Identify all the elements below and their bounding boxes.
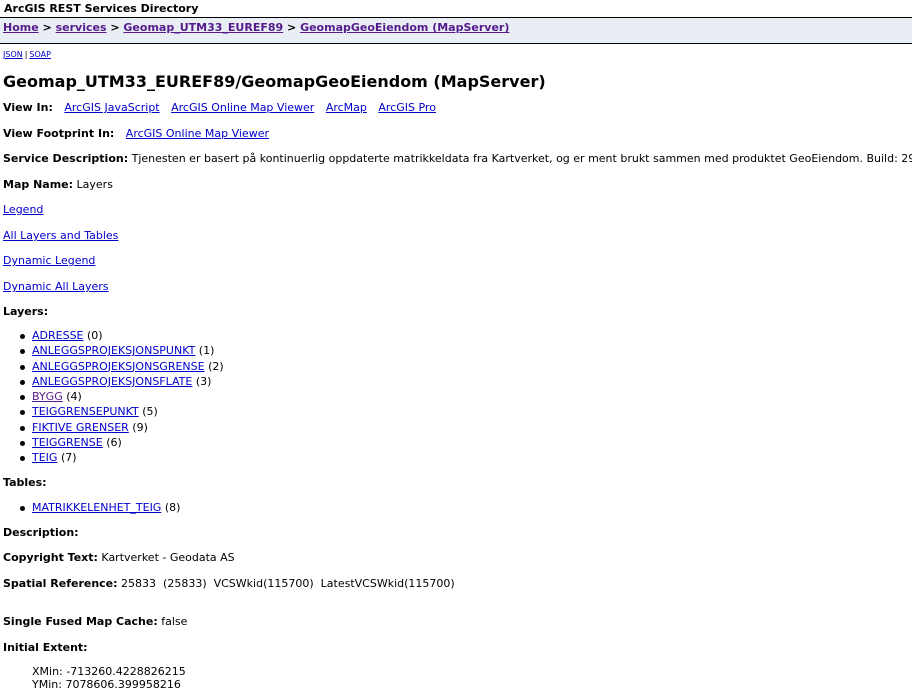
layer-link[interactable]: TEIGGRENSEPUNKT <box>32 405 139 418</box>
breadcrumb-separator: > <box>110 21 120 34</box>
spatial-reference-row: Spatial Reference: 25833 (25833) VCSWkid… <box>3 577 455 591</box>
service-description-value: Tjenesten er basert på kontinuerlig oppd… <box>131 152 912 165</box>
table-id: (8) <box>164 501 181 514</box>
dynamic-legend-row: Dynamic Legend <box>3 254 95 268</box>
app-title: ArcGIS REST Services Directory <box>4 2 199 15</box>
fused-cache-value: false <box>161 615 188 628</box>
dynamic-all-layers-row: Dynamic All Layers <box>3 280 109 294</box>
description-row: Description: <box>3 526 79 540</box>
layer-id: (2) <box>208 359 224 373</box>
extent-ymin: YMin: 7078606.399958216 <box>32 678 181 691</box>
service-description-label: Service Description: <box>3 152 129 165</box>
layer-id: (3) <box>195 374 212 388</box>
view-in-arcgis-pro-link[interactable]: ArcGIS Pro <box>378 101 436 114</box>
extent-xmin: XMin: -713260.4228826215 <box>32 665 186 678</box>
view-in-row: View In: ArcGIS JavaScript ArcGIS Online… <box>3 101 444 115</box>
layers-heading: Layers: <box>3 305 49 318</box>
spatial-reference-label: Spatial Reference: <box>3 577 118 590</box>
tables-heading: Tables: <box>3 476 47 489</box>
bullet-icon <box>20 364 25 370</box>
view-in-arcmap-link[interactable]: ArcMap <box>326 101 367 114</box>
breadcrumb-home-link[interactable]: Home <box>3 21 39 34</box>
layer-link[interactable]: ANLEGGSPROJEKSJONSFLATE <box>32 375 192 388</box>
breadcrumb-service-link[interactable]: GeomapGeoEiendom (MapServer) <box>300 21 509 34</box>
map-name-value: Layers <box>76 178 113 191</box>
bullet-icon <box>20 334 25 339</box>
view-footprint-row: View Footprint In: ArcGIS Online Map Vie… <box>3 127 269 141</box>
layer-id: (1) <box>198 344 215 358</box>
list-item: TEIG (7) <box>0 451 224 466</box>
layer-link[interactable]: ANLEGGSPROJEKSJONSPUNKT <box>32 344 195 357</box>
breadcrumb-folder-link[interactable]: Geomap_UTM33_EUREF89 <box>123 21 283 34</box>
view-in-label: View In: <box>3 101 53 114</box>
layer-id: (0) <box>87 329 103 342</box>
list-item: FIKTIVE GRENSER (9) <box>0 421 224 436</box>
fused-cache-label: Single Fused Map Cache: <box>3 615 158 628</box>
breadcrumb-services-link[interactable]: services <box>56 21 107 34</box>
soap-link[interactable]: SOAP <box>29 50 51 59</box>
map-name-label: Map Name: <box>3 178 74 191</box>
breadcrumb: Home > services > Geomap_UTM33_EUREF89 >… <box>0 17 912 44</box>
spatial-reference-value: 25833 (25833) VCSWkid(115700) LatestVCSW… <box>121 577 455 590</box>
bullet-icon <box>20 410 25 416</box>
legend-link[interactable]: Legend <box>3 203 43 216</box>
list-item: TEIGGRENSEPUNKT (5) <box>0 405 224 420</box>
list-item: ANLEGGSPROJEKSJONSFLATE (3) <box>0 375 224 390</box>
list-item: ANLEGGSPROJEKSJONSGRENSE (2) <box>0 360 224 375</box>
layers-list: ADRESSE (0) ANLEGGSPROJEKSJONSPUNKT (1) … <box>0 329 224 467</box>
bullet-icon <box>20 456 25 462</box>
layer-link[interactable]: FIKTIVE GRENSER <box>32 421 129 434</box>
legend-row: Legend <box>3 203 43 217</box>
breadcrumb-separator: > <box>287 21 297 34</box>
service-description-row: Service Description: Tjenesten er basert… <box>3 152 912 166</box>
layer-id: (5) <box>142 405 158 419</box>
view-footprint-label: View Footprint In: <box>3 127 115 140</box>
list-item: ADRESSE (0) <box>0 329 224 344</box>
dynamic-legend-link[interactable]: Dynamic Legend <box>3 254 95 267</box>
layer-link[interactable]: BYGG <box>32 390 63 403</box>
table-link[interactable]: MATRIKKELENHET_TEIG <box>32 501 161 514</box>
bullet-icon <box>20 441 25 447</box>
bullet-icon <box>20 506 25 511</box>
layer-link[interactable]: TEIGGRENSE <box>32 436 103 449</box>
breadcrumb-separator: > <box>42 21 52 34</box>
layer-id: (7) <box>60 451 77 465</box>
list-item: MATRIKKELENHET_TEIG (8) <box>0 501 180 516</box>
bullet-icon <box>20 395 25 401</box>
layer-id: (6) <box>106 436 122 450</box>
list-item: TEIGGRENSE (6) <box>0 436 224 451</box>
view-in-online-map-viewer-link[interactable]: ArcGIS Online Map Viewer <box>171 101 314 114</box>
initial-extent-heading: Initial Extent: <box>3 641 88 654</box>
map-name-row: Map Name: Layers <box>3 178 113 192</box>
view-footprint-online-map-viewer-link[interactable]: ArcGIS Online Map Viewer <box>126 127 269 140</box>
copyright-label: Copyright Text: <box>3 551 98 564</box>
tables-list: MATRIKKELENHET_TEIG (8) <box>0 501 180 516</box>
view-in-arcgis-javascript-link[interactable]: ArcGIS JavaScript <box>64 101 159 114</box>
layer-id: (4) <box>66 390 82 404</box>
bullet-icon <box>20 379 25 385</box>
all-layers-row: All Layers and Tables <box>3 229 118 243</box>
bullet-icon <box>20 425 25 431</box>
list-item: ANLEGGSPROJEKSJONSPUNKT (1) <box>0 344 224 359</box>
page-title: Geomap_UTM33_EUREF89/GeomapGeoEiendom (M… <box>3 72 546 91</box>
format-links: JSON | SOAP <box>3 50 51 60</box>
all-layers-and-tables-link[interactable]: All Layers and Tables <box>3 229 118 242</box>
fused-cache-row: Single Fused Map Cache: false <box>3 615 187 629</box>
layer-id: (9) <box>132 420 148 434</box>
layer-link[interactable]: TEIG <box>32 451 57 464</box>
json-link[interactable]: JSON <box>3 50 23 59</box>
layer-link[interactable]: ANLEGGSPROJEKSJONSGRENSE <box>32 360 205 373</box>
list-item: BYGG (4) <box>0 390 224 405</box>
bullet-icon <box>20 349 25 355</box>
copyright-row: Copyright Text: Kartverket - Geodata AS <box>3 551 235 565</box>
copyright-value: Kartverket - Geodata AS <box>101 551 235 564</box>
layer-link[interactable]: ADRESSE <box>32 329 84 342</box>
dynamic-all-layers-link[interactable]: Dynamic All Layers <box>3 280 109 293</box>
description-label: Description: <box>3 526 79 539</box>
